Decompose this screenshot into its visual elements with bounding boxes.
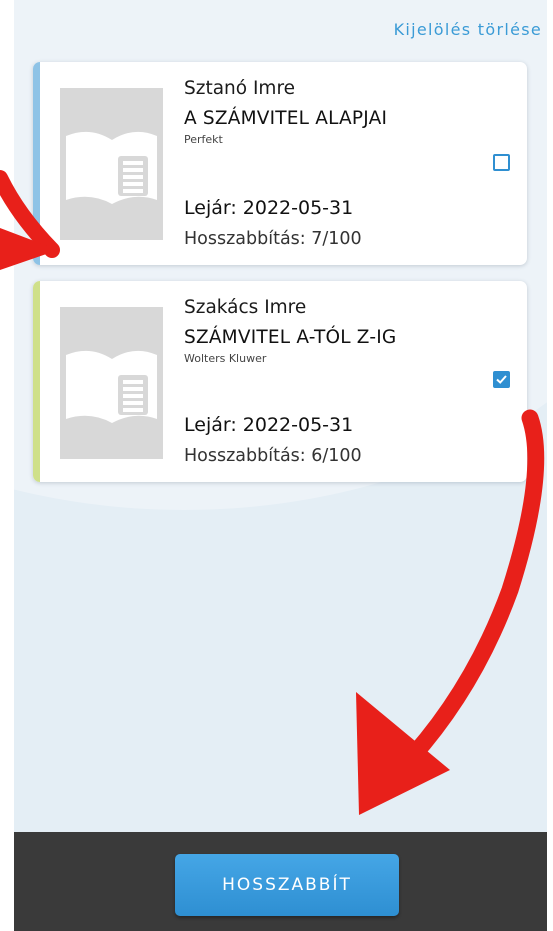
book-info: Sztanó Imre A SZÁMVITEL ALAPJAI Perfekt [184, 78, 487, 146]
card-accent-bar [33, 62, 40, 265]
renewal-count: Hosszabbítás: 6/100 [184, 446, 362, 466]
card-accent-bar [33, 281, 40, 482]
book-author: Szakács Imre [184, 297, 307, 318]
open-book-icon [66, 131, 157, 204]
select-checkbox[interactable] [493, 371, 510, 388]
app-screen: Kijelölés törlése Sztanó Imre A SZÁMVITE… [14, 0, 547, 931]
book-title: SZÁMVITEL A-TÓL Z-IG [184, 327, 397, 348]
book-info: Szakács Imre SZÁMVITEL A-TÓL Z-IG Wolter… [184, 297, 487, 365]
book-publisher: Perfekt [184, 133, 223, 146]
renew-button[interactable]: HOSSZABBÍT [175, 854, 399, 916]
book-author: Sztanó Imre [184, 78, 296, 99]
renewal-count: Hosszabbítás: 7/100 [184, 229, 362, 249]
book-publisher: Wolters Kluwer [184, 352, 267, 365]
open-book-icon [66, 350, 157, 423]
bottom-action-bar: HOSSZABBÍT [14, 832, 547, 931]
book-cover-placeholder [60, 88, 163, 240]
book-cover-placeholder [60, 307, 163, 459]
loan-card[interactable]: Szakács Imre SZÁMVITEL A-TÓL Z-IG Wolter… [33, 281, 527, 482]
due-date: Lejár: 2022-05-31 [184, 414, 354, 436]
loan-card[interactable]: Sztanó Imre A SZÁMVITEL ALAPJAI Perfekt … [33, 62, 527, 265]
due-date: Lejár: 2022-05-31 [184, 197, 354, 219]
check-icon [496, 375, 507, 384]
book-title: A SZÁMVITEL ALAPJAI [184, 108, 388, 129]
select-checkbox[interactable] [493, 154, 510, 171]
clear-selection-link[interactable]: Kijelölés törlése [394, 20, 542, 39]
